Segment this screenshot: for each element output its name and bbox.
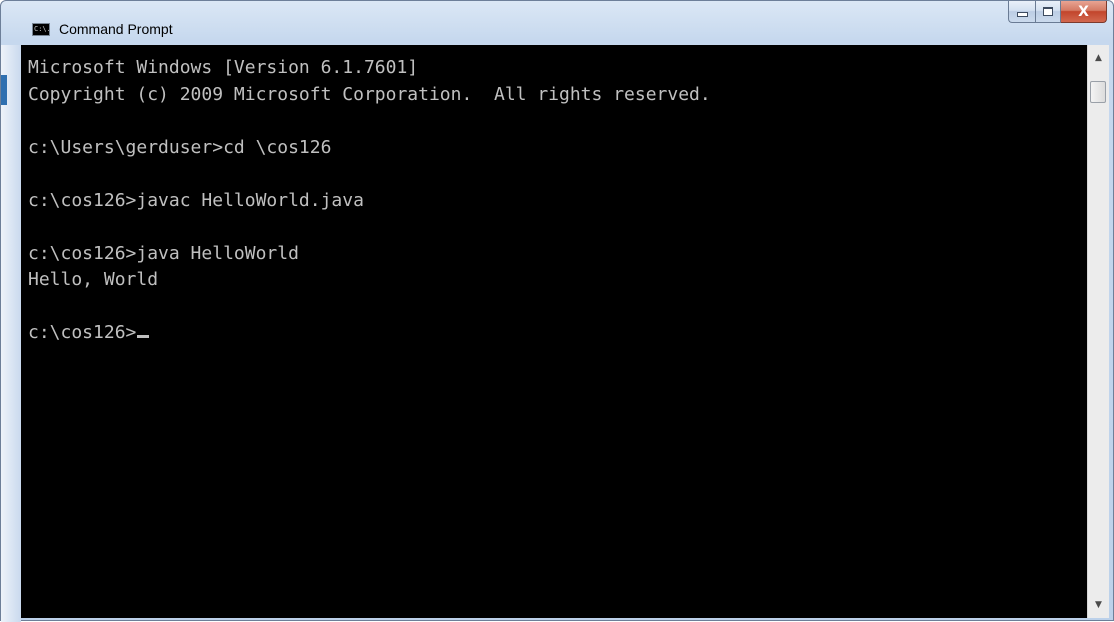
console-prompt: c:\cos126> (28, 322, 137, 343)
console-line: c:\cos126>javac HelloWorld.java (28, 189, 364, 211)
vertical-scrollbar[interactable]: ▲ ▼ (1087, 45, 1109, 618)
console-line: Hello, World (28, 269, 159, 290)
minimize-button[interactable] (1008, 1, 1035, 23)
scrollbar-thumb[interactable] (1090, 81, 1106, 103)
minimize-icon (1016, 12, 1028, 17)
text-cursor (137, 335, 150, 338)
console-line: c:\Users\gerduser>cd \cos126 (28, 136, 332, 158)
scroll-down-arrow-icon: ▼ (1095, 600, 1102, 610)
maximize-button[interactable] (1035, 1, 1061, 23)
scroll-up-arrow-icon: ▲ (1095, 53, 1102, 63)
close-button[interactable]: X (1061, 1, 1107, 23)
maximize-icon (1043, 7, 1053, 16)
console-output[interactable]: Microsoft Windows [Version 6.1.7601] Cop… (21, 45, 1087, 618)
close-icon: X (1078, 3, 1089, 20)
scroll-up-button[interactable]: ▲ (1088, 49, 1109, 67)
caption-buttons: X (1008, 1, 1107, 23)
console-prompt-line[interactable]: c:\cos126> (28, 320, 1087, 347)
console-line: c:\cos126>java HelloWorld (28, 242, 299, 264)
console-line: Microsoft Windows [Version 6.1.7601] (28, 57, 419, 78)
console-line: Copyright (c) 2009 Microsoft Corporation… (28, 83, 711, 105)
title-bar[interactable]: C:\. Command Prompt X (1, 1, 1113, 45)
window-title: Command Prompt (59, 21, 173, 37)
scroll-down-button[interactable]: ▼ (1088, 596, 1109, 614)
cmd-icon[interactable]: C:\. (32, 23, 50, 36)
window-left-border (1, 45, 21, 622)
command-prompt-window: C:\. Command Prompt X Microsoft Windows … (0, 0, 1114, 622)
background-window-edge (1, 75, 7, 105)
